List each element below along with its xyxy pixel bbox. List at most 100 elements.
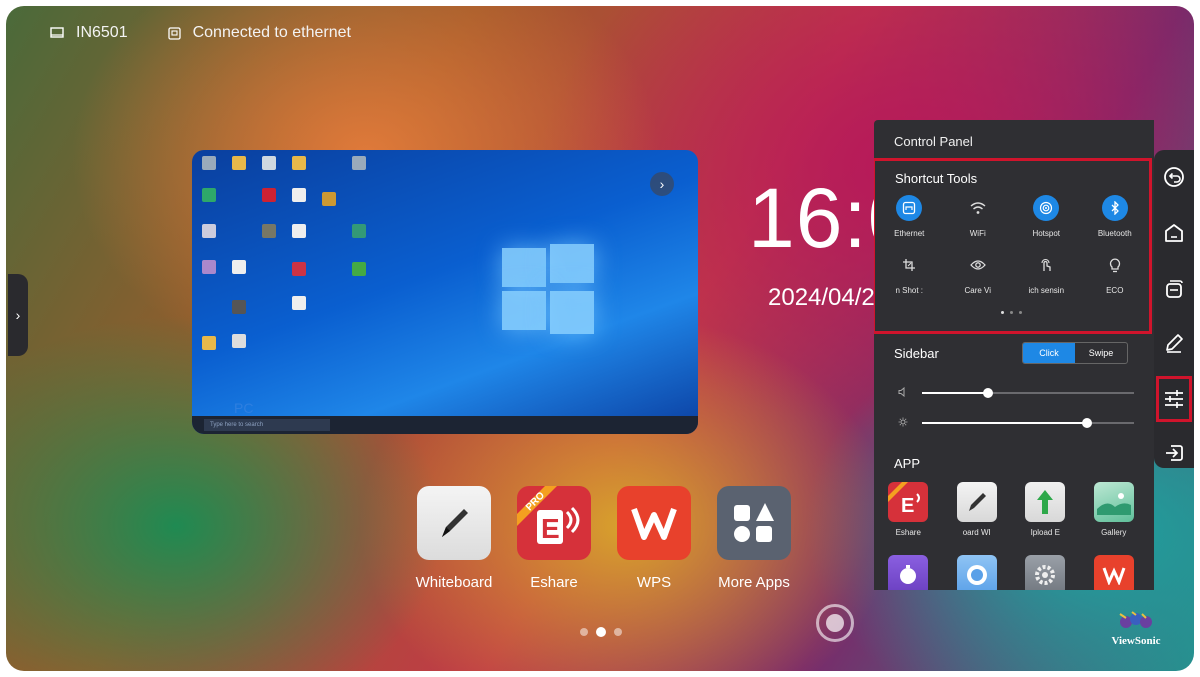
tool-label: Ethernet	[894, 229, 925, 238]
shortcut-tools-grid: Ethernet WiFi Hotspot Bluetooth n Shot :…	[875, 195, 1149, 295]
desktop-icons	[192, 150, 392, 370]
settings-icon	[1025, 555, 1066, 590]
eye-care-icon	[965, 252, 991, 278]
svg-text:E: E	[541, 513, 560, 544]
network-label: Connected to ethernet	[192, 24, 351, 41]
timer-icon	[888, 555, 929, 590]
volume-track	[922, 388, 1134, 398]
control-panel-title: Control Panel	[894, 134, 973, 149]
panel-app-eshare[interactable]: E Eshare	[874, 482, 943, 537]
brightness-slider[interactable]	[898, 416, 1134, 430]
app-label: Whiteboard	[415, 574, 493, 591]
panel-app-wps[interactable]	[1080, 555, 1149, 590]
screenshot-crop-icon	[896, 252, 922, 278]
tool-touch-sensing[interactable]: ich sensin	[1012, 252, 1081, 295]
app-eshare[interactable]: PRO E Eshare	[516, 486, 592, 591]
hotspot-icon	[1033, 195, 1060, 221]
brightness-track	[922, 418, 1134, 428]
tool-label: Hotspot	[1032, 229, 1061, 238]
control-panel: Control Panel Shortcut Tools Ethernet Wi…	[874, 120, 1154, 590]
tool-hotspot[interactable]: Hotspot	[1012, 195, 1081, 238]
wps-icon	[617, 486, 691, 560]
volume-slider[interactable]	[898, 386, 1134, 400]
touch-icon	[1033, 252, 1059, 278]
right-toolbar	[1154, 150, 1194, 468]
panel-app-record[interactable]	[943, 555, 1012, 590]
viewsonic-logo: ViewSonic	[1106, 610, 1166, 647]
source-label: PC	[234, 400, 254, 416]
page-dot[interactable]	[580, 628, 588, 636]
volume-knob[interactable]	[982, 388, 993, 398]
brightness-fill	[922, 422, 1088, 424]
page-dot-active[interactable]	[596, 627, 606, 637]
status-bar: IN6501 Connected to ethernet	[50, 24, 373, 42]
panel-app-label: Ipload E	[1030, 528, 1060, 537]
tool-label: Care Vi	[964, 286, 992, 295]
brightness-knob[interactable]	[1082, 418, 1093, 428]
tool-eye-care[interactable]: Care Vi	[944, 252, 1013, 295]
sidebar-setting: Sidebar Click Swipe	[894, 342, 1128, 364]
source-preview-window[interactable]: › PC Type here to search	[192, 150, 698, 434]
pager-dot[interactable]	[1019, 311, 1022, 314]
left-drawer-handle[interactable]: ›	[8, 274, 28, 356]
input-source-icon[interactable]	[1159, 438, 1189, 468]
brightness-icon	[898, 414, 908, 432]
record-icon	[956, 555, 997, 590]
panel-app-whiteboard[interactable]: oard WI	[943, 482, 1012, 537]
app-label: Eshare	[530, 574, 578, 591]
page-indicator	[580, 627, 622, 637]
tool-ethernet[interactable]: Ethernet	[875, 195, 944, 238]
settings-sliders-icon[interactable]	[1156, 376, 1192, 422]
display-icon	[50, 27, 64, 39]
home-icon[interactable]	[1159, 218, 1189, 248]
back-icon[interactable]	[1159, 162, 1189, 192]
speaker-icon	[898, 384, 908, 402]
ethernet-icon	[167, 26, 181, 40]
upload-icon	[1025, 482, 1066, 522]
chevron-right-icon[interactable]: ›	[650, 172, 674, 196]
volume-fill	[922, 392, 988, 394]
eshare-icon: PRO E	[517, 486, 591, 560]
taskbar-search: Type here to search	[204, 419, 330, 431]
shortcut-tools-section: Shortcut Tools Ethernet WiFi Hotspot Blu…	[874, 158, 1152, 334]
tool-label: ECO	[1106, 286, 1124, 295]
app-whiteboard[interactable]: Whiteboard	[416, 486, 492, 591]
ethernet-icon	[896, 195, 923, 221]
panel-app-gallery[interactable]: Gallery	[1080, 482, 1149, 537]
multitask-icon[interactable]	[1159, 274, 1189, 304]
wps-icon	[1093, 555, 1134, 590]
tool-screenshot[interactable]: n Shot :	[875, 252, 944, 295]
whiteboard-icon	[956, 482, 997, 522]
app-more-apps[interactable]: More Apps	[716, 486, 792, 591]
pager-dot[interactable]	[1010, 311, 1013, 314]
home-app-row: Whiteboard PRO E Eshare WPS More Apps	[416, 486, 792, 591]
sidebar-option-click[interactable]: Click	[1023, 343, 1075, 363]
shortcut-tools-title: Shortcut Tools	[895, 171, 978, 186]
more-apps-icon	[717, 486, 791, 560]
pager-dot[interactable]	[1001, 311, 1004, 314]
clock-date: 2024/04/2	[768, 284, 875, 311]
page-dot[interactable]	[614, 628, 622, 636]
tool-eco[interactable]: ECO	[1081, 252, 1150, 295]
panel-app-label: Eshare	[895, 528, 921, 537]
tool-label: Bluetooth	[1097, 229, 1132, 238]
gallery-icon	[1093, 482, 1134, 522]
device-name: IN6501	[76, 24, 128, 41]
network-status: Connected to ethernet	[167, 24, 351, 42]
sidebar-mode-toggle: Click Swipe	[1022, 342, 1128, 364]
tool-wifi[interactable]: WiFi	[944, 195, 1013, 238]
sidebar-option-swipe[interactable]: Swipe	[1075, 343, 1127, 363]
panel-app-upload[interactable]: Ipload E	[1011, 482, 1080, 537]
pen-icon[interactable]	[1159, 328, 1189, 358]
tool-bluetooth[interactable]: Bluetooth	[1081, 195, 1150, 238]
app-wps[interactable]: WPS	[616, 486, 692, 591]
panel-app-timer[interactable]	[874, 555, 943, 590]
panel-app-settings[interactable]	[1011, 555, 1080, 590]
tool-label: n Shot :	[895, 286, 924, 295]
tool-label: WiFi	[969, 229, 986, 238]
app-label: More Apps	[718, 574, 790, 591]
chevron-right-icon: ›	[15, 307, 21, 323]
svg-text:E: E	[901, 495, 914, 517]
floating-home-button[interactable]	[816, 604, 854, 642]
windows-logo	[502, 244, 594, 334]
